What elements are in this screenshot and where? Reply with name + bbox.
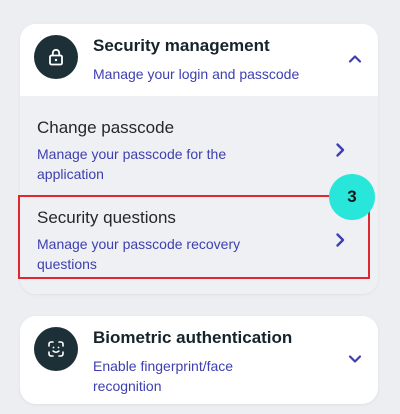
security-questions-description: Manage your passcode recovery questions bbox=[37, 236, 241, 272]
biometric-authentication-header[interactable]: Biometric authentication Enable fingerpr… bbox=[20, 316, 378, 394]
security-questions-item[interactable]: Security questions Manage your passcode … bbox=[20, 200, 378, 284]
chevron-up-icon[interactable] bbox=[346, 50, 364, 68]
security-options-list: Change passcode Manage your passcode for… bbox=[20, 96, 378, 294]
security-management-card: Security management Manage your login an… bbox=[20, 24, 378, 294]
biometric-authentication-subtitle: Enable fingerprint/face recognition bbox=[93, 358, 234, 394]
security-management-header[interactable]: Security management Manage your login an… bbox=[20, 24, 378, 96]
change-passcode-title: Change passcode bbox=[37, 118, 175, 137]
change-passcode-description: Manage your passcode for the application bbox=[37, 146, 227, 182]
chevron-right-icon bbox=[336, 143, 345, 157]
chevron-down-icon[interactable] bbox=[346, 350, 364, 368]
biometric-authentication-title: Biometric authentication bbox=[93, 328, 293, 347]
step-badge: 3 bbox=[329, 174, 375, 220]
lock-icon bbox=[34, 35, 78, 79]
face-id-icon bbox=[34, 327, 78, 371]
chevron-right-icon bbox=[336, 233, 345, 247]
biometric-authentication-card[interactable]: Biometric authentication Enable fingerpr… bbox=[20, 316, 378, 404]
change-passcode-item[interactable]: Change passcode Manage your passcode for… bbox=[20, 110, 378, 194]
security-questions-title: Security questions bbox=[37, 208, 176, 227]
security-management-subtitle: Manage your login and passcode bbox=[93, 66, 300, 82]
security-management-title: Security management bbox=[93, 36, 270, 55]
